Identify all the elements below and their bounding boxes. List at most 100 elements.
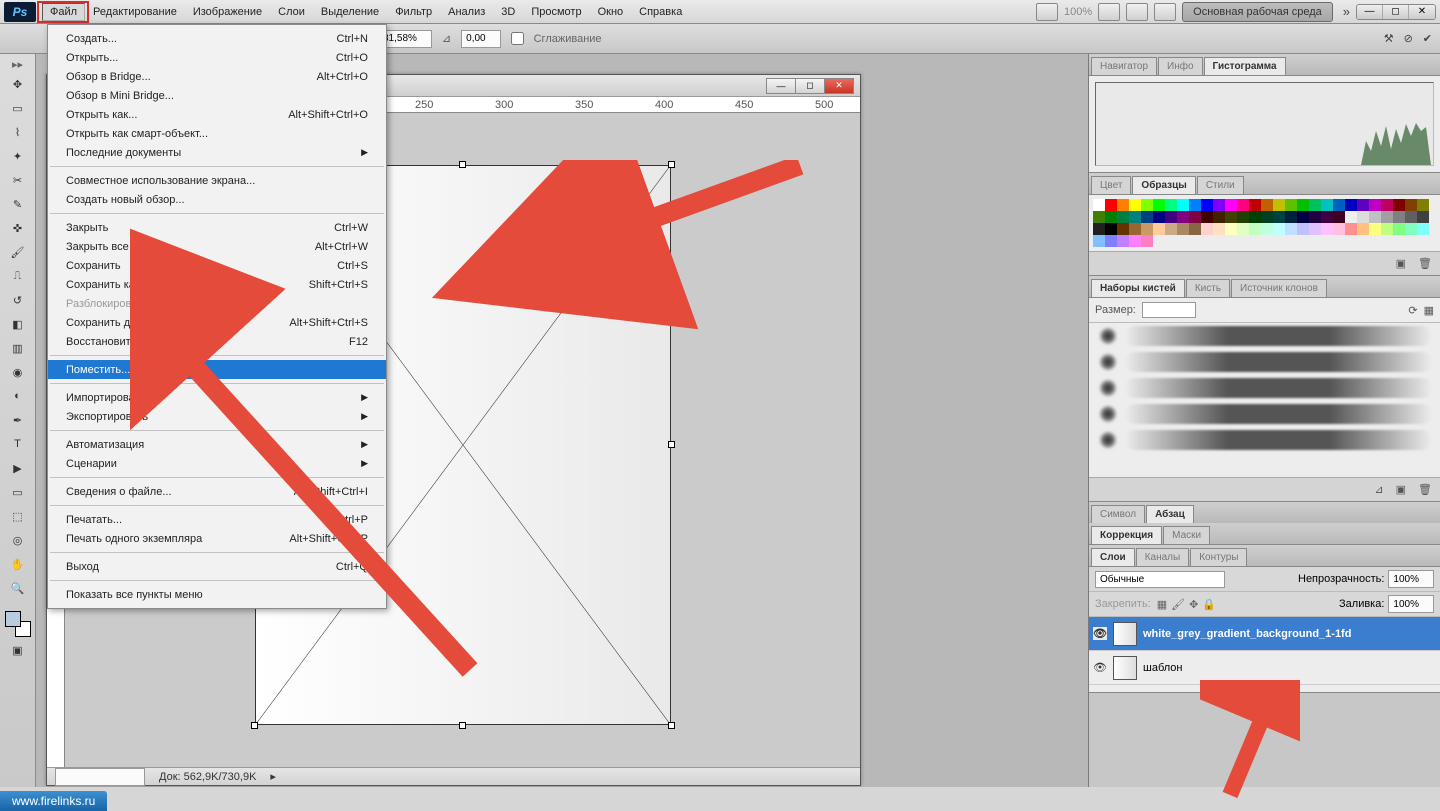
swatch[interactable] xyxy=(1177,211,1189,223)
transform-handle[interactable] xyxy=(668,722,675,729)
swatch[interactable] xyxy=(1261,199,1273,211)
tab-swatches[interactable]: Образцы xyxy=(1132,176,1195,194)
wand-tool-icon[interactable]: ✦ xyxy=(6,145,30,167)
file-menu-item[interactable]: Сохранить для Web и устройств...Alt+Shif… xyxy=(48,313,386,332)
swatch[interactable] xyxy=(1117,199,1129,211)
tab-brush-presets[interactable]: Наборы кистей xyxy=(1091,279,1185,297)
new-brush-icon[interactable]: ▣ xyxy=(1396,483,1406,496)
swatch[interactable] xyxy=(1141,211,1153,223)
warp-icon[interactable]: ⚒ xyxy=(1384,32,1394,45)
file-menu-item[interactable]: СохранитьCtrl+S xyxy=(48,256,386,275)
swatch[interactable] xyxy=(1249,223,1261,235)
swatch[interactable] xyxy=(1177,199,1189,211)
swatch[interactable] xyxy=(1393,211,1405,223)
swatch[interactable] xyxy=(1405,223,1417,235)
swatch[interactable] xyxy=(1117,235,1129,247)
file-menu-item[interactable]: Печать одного экземпляраAlt+Shift+Ctrl+P xyxy=(48,529,386,548)
marquee-tool-icon[interactable]: ▭ xyxy=(6,97,30,119)
swatch[interactable] xyxy=(1297,211,1309,223)
type-tool-icon[interactable]: T xyxy=(6,433,30,455)
file-menu-item[interactable]: ВыходCtrl+Q xyxy=(48,557,386,576)
swatch[interactable] xyxy=(1141,199,1153,211)
anti-alias-checkbox[interactable] xyxy=(511,32,524,45)
file-menu-item[interactable]: Показать все пункты меню xyxy=(48,585,386,604)
refresh-icon[interactable]: ⟳ xyxy=(1408,304,1417,317)
swatch[interactable] xyxy=(1165,223,1177,235)
swatch[interactable] xyxy=(1189,199,1201,211)
swatch[interactable] xyxy=(1261,211,1273,223)
swatch[interactable] xyxy=(1285,211,1297,223)
status-arrow-icon[interactable]: ▸ xyxy=(270,770,276,783)
layer-row[interactable]: 👁 шаблон xyxy=(1089,651,1440,685)
docwin-close-icon[interactable]: ✕ xyxy=(824,78,854,94)
file-menu-item[interactable]: Обзор в Bridge...Alt+Ctrl+O xyxy=(48,67,386,86)
swatch[interactable] xyxy=(1333,199,1345,211)
swatch[interactable] xyxy=(1345,223,1357,235)
dodge-tool-icon[interactable]: ◐ xyxy=(6,385,30,407)
opacity-field[interactable]: 100% xyxy=(1388,570,1434,588)
crop-tool-icon[interactable]: ✂ xyxy=(6,169,30,191)
swatch[interactable] xyxy=(1321,211,1333,223)
status-zoom[interactable] xyxy=(55,768,145,786)
swatch[interactable] xyxy=(1153,199,1165,211)
swatch[interactable] xyxy=(1141,235,1153,247)
file-menu-item[interactable]: Печатать...Ctrl+P xyxy=(48,510,386,529)
file-menu-item[interactable]: Создать...Ctrl+N xyxy=(48,29,386,48)
swatch[interactable] xyxy=(1093,223,1105,235)
expand-icon[interactable]: » xyxy=(1343,4,1350,19)
swatch[interactable] xyxy=(1213,211,1225,223)
transform-handle[interactable] xyxy=(459,161,466,168)
toggle-brush-view-icon[interactable]: ▦ xyxy=(1424,304,1434,317)
visibility-toggle-icon[interactable]: 👁 xyxy=(1093,661,1107,674)
tab-layers[interactable]: Слои xyxy=(1091,548,1135,566)
swatch[interactable] xyxy=(1381,223,1393,235)
swatch[interactable] xyxy=(1321,223,1333,235)
file-menu-item[interactable]: ЗакрытьCtrl+W xyxy=(48,218,386,237)
swatch[interactable] xyxy=(1333,211,1345,223)
swatch[interactable] xyxy=(1297,223,1309,235)
transform-handle[interactable] xyxy=(668,161,675,168)
file-menu-item[interactable]: Открыть...Ctrl+O xyxy=(48,48,386,67)
move-tool-icon[interactable]: ✥ xyxy=(6,73,30,95)
doc-max-icon[interactable]: ◻ xyxy=(1383,5,1409,19)
swatch[interactable] xyxy=(1201,199,1213,211)
swatch[interactable] xyxy=(1105,223,1117,235)
swatch[interactable] xyxy=(1405,211,1417,223)
extras-icon[interactable] xyxy=(1154,3,1176,21)
stamp-tool-icon[interactable]: ⎍ xyxy=(6,265,30,287)
swatch[interactable] xyxy=(1129,223,1141,235)
file-menu-item[interactable]: Открыть как...Alt+Shift+Ctrl+O xyxy=(48,105,386,124)
layer-row[interactable]: 👁 white_grey_gradient_background_1-1fd xyxy=(1089,617,1440,651)
tab-character[interactable]: Символ xyxy=(1091,505,1145,523)
swatch[interactable] xyxy=(1093,199,1105,211)
menu-analysis[interactable]: Анализ xyxy=(440,3,493,21)
transform-handle[interactable] xyxy=(251,722,258,729)
swatch[interactable] xyxy=(1249,199,1261,211)
swatch[interactable] xyxy=(1177,223,1189,235)
menu-view[interactable]: Просмотр xyxy=(523,3,589,21)
swatch[interactable] xyxy=(1417,199,1429,211)
swatch[interactable] xyxy=(1105,199,1117,211)
menu-edit[interactable]: Редактирование xyxy=(85,3,185,21)
tab-info[interactable]: Инфо xyxy=(1158,57,1203,75)
menu-filter[interactable]: Фильтр xyxy=(387,3,440,21)
swatch[interactable] xyxy=(1105,211,1117,223)
swatch[interactable] xyxy=(1357,223,1369,235)
swatch[interactable] xyxy=(1153,223,1165,235)
swatch[interactable] xyxy=(1273,211,1285,223)
delete-brush-icon[interactable]: 🗑 xyxy=(1418,483,1432,496)
menu-file[interactable]: Файл xyxy=(42,3,85,21)
new-swatch-icon[interactable]: ▣ xyxy=(1396,257,1406,270)
delete-swatch-icon[interactable]: 🗑 xyxy=(1418,257,1432,270)
shape-tool-icon[interactable]: ▭ xyxy=(6,481,30,503)
swatch[interactable] xyxy=(1417,223,1429,235)
blend-mode-dropdown[interactable]: Обычные xyxy=(1095,571,1225,588)
swatch[interactable] xyxy=(1309,223,1321,235)
file-menu-item[interactable]: Совместное использование экрана... xyxy=(48,171,386,190)
swatch[interactable] xyxy=(1309,199,1321,211)
brush-tool-icon[interactable]: 🖌 xyxy=(6,241,30,263)
swatch[interactable] xyxy=(1141,223,1153,235)
gradient-tool-icon[interactable]: ▥ xyxy=(6,337,30,359)
swatch[interactable] xyxy=(1225,211,1237,223)
hand-tool-icon[interactable]: ✋ xyxy=(6,553,30,575)
